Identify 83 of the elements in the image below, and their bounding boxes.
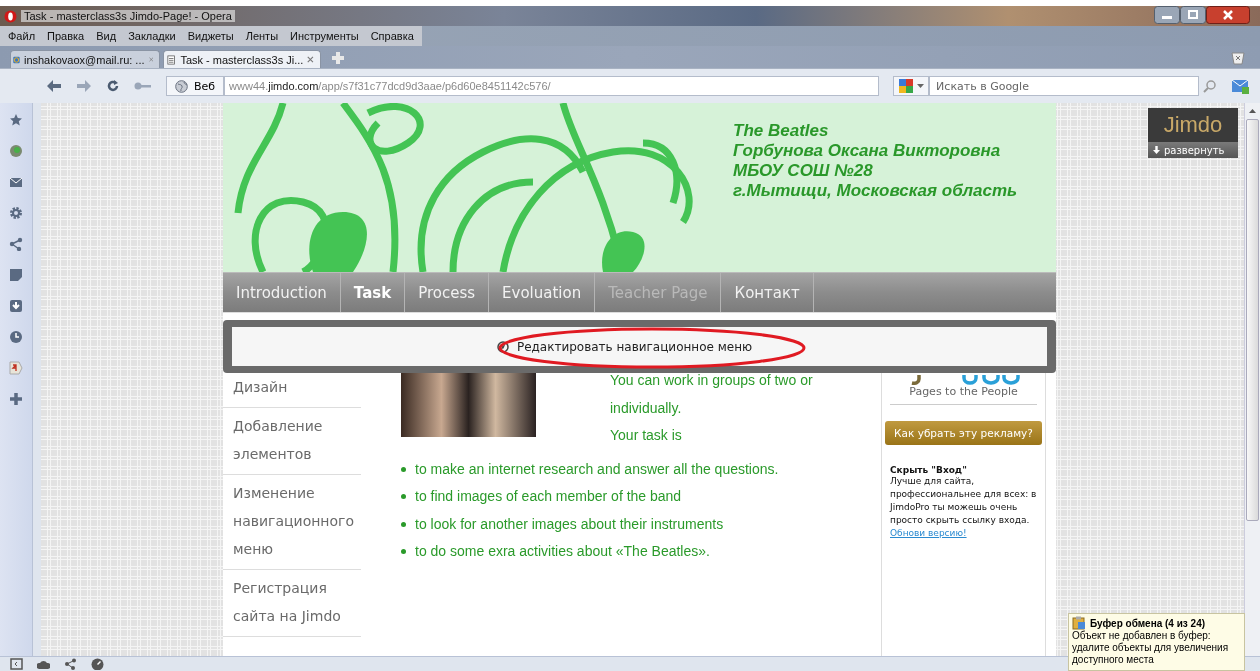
edit-menu-button[interactable]: Редактировать навигационное меню bbox=[232, 327, 1047, 366]
address-field[interactable]: www44.jimdo.com/app/s7f31c77dcd9d3aae/p6d60e8451142c576/ bbox=[224, 76, 880, 96]
header-title: The Beatles bbox=[733, 121, 830, 141]
share-icon[interactable] bbox=[64, 658, 77, 670]
globe-icon[interactable] bbox=[9, 144, 23, 158]
list-item-text: to do some exra activities about «The Beatles». bbox=[415, 542, 710, 561]
share-icon[interactable] bbox=[9, 237, 23, 251]
back-icon[interactable] bbox=[46, 79, 62, 93]
menu-item[interactable]: Файл bbox=[2, 30, 42, 42]
globe-icon bbox=[175, 79, 188, 93]
remove-ads-button[interactable]: Как убрать эту рекламу? bbox=[885, 421, 1042, 445]
nav-link[interactable]: Task bbox=[340, 273, 406, 312]
mail-icon[interactable] bbox=[1231, 77, 1250, 95]
minimize-button[interactable] bbox=[1154, 6, 1180, 24]
body-text: You can work in groups of two or bbox=[610, 371, 813, 390]
mail-icon[interactable] bbox=[9, 175, 23, 189]
menu-item[interactable]: Ленты bbox=[239, 30, 285, 42]
bullet-icon bbox=[401, 494, 406, 500]
menu-item[interactable]: Правка bbox=[41, 30, 91, 42]
list-item-text: to look for another images about their instruments bbox=[415, 514, 724, 534]
header-title: Горбунова Оксана Викторовна bbox=[733, 141, 1002, 161]
tag-icon[interactable] bbox=[9, 361, 23, 375]
settings-icon[interactable] bbox=[9, 206, 23, 220]
nav-link[interactable]: Introduction bbox=[223, 273, 341, 312]
nav-link[interactable]: Process bbox=[405, 273, 490, 312]
menu-item[interactable]: Вид bbox=[90, 30, 123, 42]
add-icon[interactable] bbox=[9, 392, 23, 406]
window-title: Task - masterclass3s Jimdo-Page! - Opera bbox=[21, 10, 235, 22]
notification-text: Объект не добавлен в буфер: удалите объекты для увеличения доступного места bbox=[1072, 630, 1230, 666]
browser-tab[interactable]: inshakovaox@mail.ru: ... bbox=[10, 50, 160, 68]
body-text: Your task is bbox=[610, 426, 683, 445]
scrollbar[interactable] bbox=[1244, 103, 1260, 656]
menu-item[interactable]: Закладки bbox=[122, 30, 182, 42]
browser-logo-icon bbox=[4, 9, 17, 23]
trash-icon[interactable] bbox=[1230, 50, 1246, 66]
note-icon[interactable] bbox=[9, 268, 23, 282]
site-info-button[interactable]: Веб bbox=[166, 76, 225, 96]
nav-link[interactable]: Evoluation bbox=[489, 273, 596, 312]
google-icon bbox=[898, 78, 915, 94]
panel-toggle-icon[interactable] bbox=[10, 658, 23, 670]
speed-dial-icon[interactable] bbox=[91, 658, 104, 670]
page-icon bbox=[166, 52, 177, 67]
sidebar-heading: Скрыть "Вход" bbox=[890, 465, 967, 475]
upgrade-link[interactable]: Обнови версию! bbox=[890, 528, 967, 538]
new-tab-icon[interactable] bbox=[330, 50, 346, 66]
body-text: individually. bbox=[610, 398, 683, 418]
header-title: МБОУ СОШ №28 bbox=[733, 161, 874, 181]
scroll-thumb[interactable] bbox=[1246, 119, 1259, 521]
search-field[interactable]: Искать в Google bbox=[929, 76, 1200, 96]
cloud-icon[interactable] bbox=[37, 658, 50, 670]
reload-icon[interactable] bbox=[106, 79, 120, 93]
bullet-icon bbox=[401, 549, 406, 555]
menu-item[interactable]: Справка bbox=[364, 30, 420, 42]
clock-icon[interactable] bbox=[9, 330, 23, 344]
search-icon[interactable] bbox=[1203, 79, 1218, 93]
header-title: г.Мытищи, Московская область bbox=[733, 181, 1018, 201]
sidebar-text: Лучше для сайта, профессиональнее для всех: в JimdoPro ты можешь очень просто скрыть ссылку входа. Обнови версию! bbox=[890, 475, 1037, 540]
nav-link[interactable]: Контакт bbox=[721, 273, 814, 312]
caret-icon bbox=[917, 84, 925, 88]
close-button[interactable] bbox=[1206, 6, 1250, 24]
bullet-icon bbox=[401, 521, 406, 527]
subnav-link[interactable]: Изменение навигационного меню bbox=[223, 475, 361, 570]
subnav-link[interactable]: Регистрация сайта на Jimdo bbox=[223, 570, 361, 637]
menu-item[interactable]: Инструменты bbox=[284, 30, 365, 42]
tagline: Pages to the People bbox=[909, 385, 1018, 398]
expand-button[interactable]: развернуть bbox=[1148, 142, 1238, 158]
subnav-link[interactable]: Добавление элементов bbox=[223, 408, 361, 475]
bookmark-star-icon[interactable] bbox=[9, 113, 23, 127]
compass-icon bbox=[496, 340, 509, 353]
download-icon[interactable] bbox=[9, 299, 23, 313]
bullet-icon bbox=[401, 466, 406, 472]
browser-tab[interactable]: Task - masterclass3s Ji... bbox=[163, 50, 321, 68]
list-item-text: to make an internet research and answer all the questions. bbox=[415, 459, 779, 479]
menu-item[interactable]: Виджеты bbox=[181, 30, 240, 42]
notification-title: Буфер обмена (4 из 24) bbox=[1090, 617, 1206, 629]
jimdo-logo[interactable]: Jimdo bbox=[1148, 108, 1238, 142]
restore-button[interactable] bbox=[1180, 6, 1206, 24]
search-engine-button[interactable] bbox=[893, 76, 930, 96]
scroll-up-icon[interactable] bbox=[1249, 109, 1256, 113]
down-arrow-icon bbox=[1153, 146, 1160, 154]
list-item-text: to find images of each member of the band bbox=[415, 487, 682, 506]
clipboard-icon bbox=[1072, 616, 1086, 630]
close-icon[interactable] bbox=[307, 55, 314, 64]
